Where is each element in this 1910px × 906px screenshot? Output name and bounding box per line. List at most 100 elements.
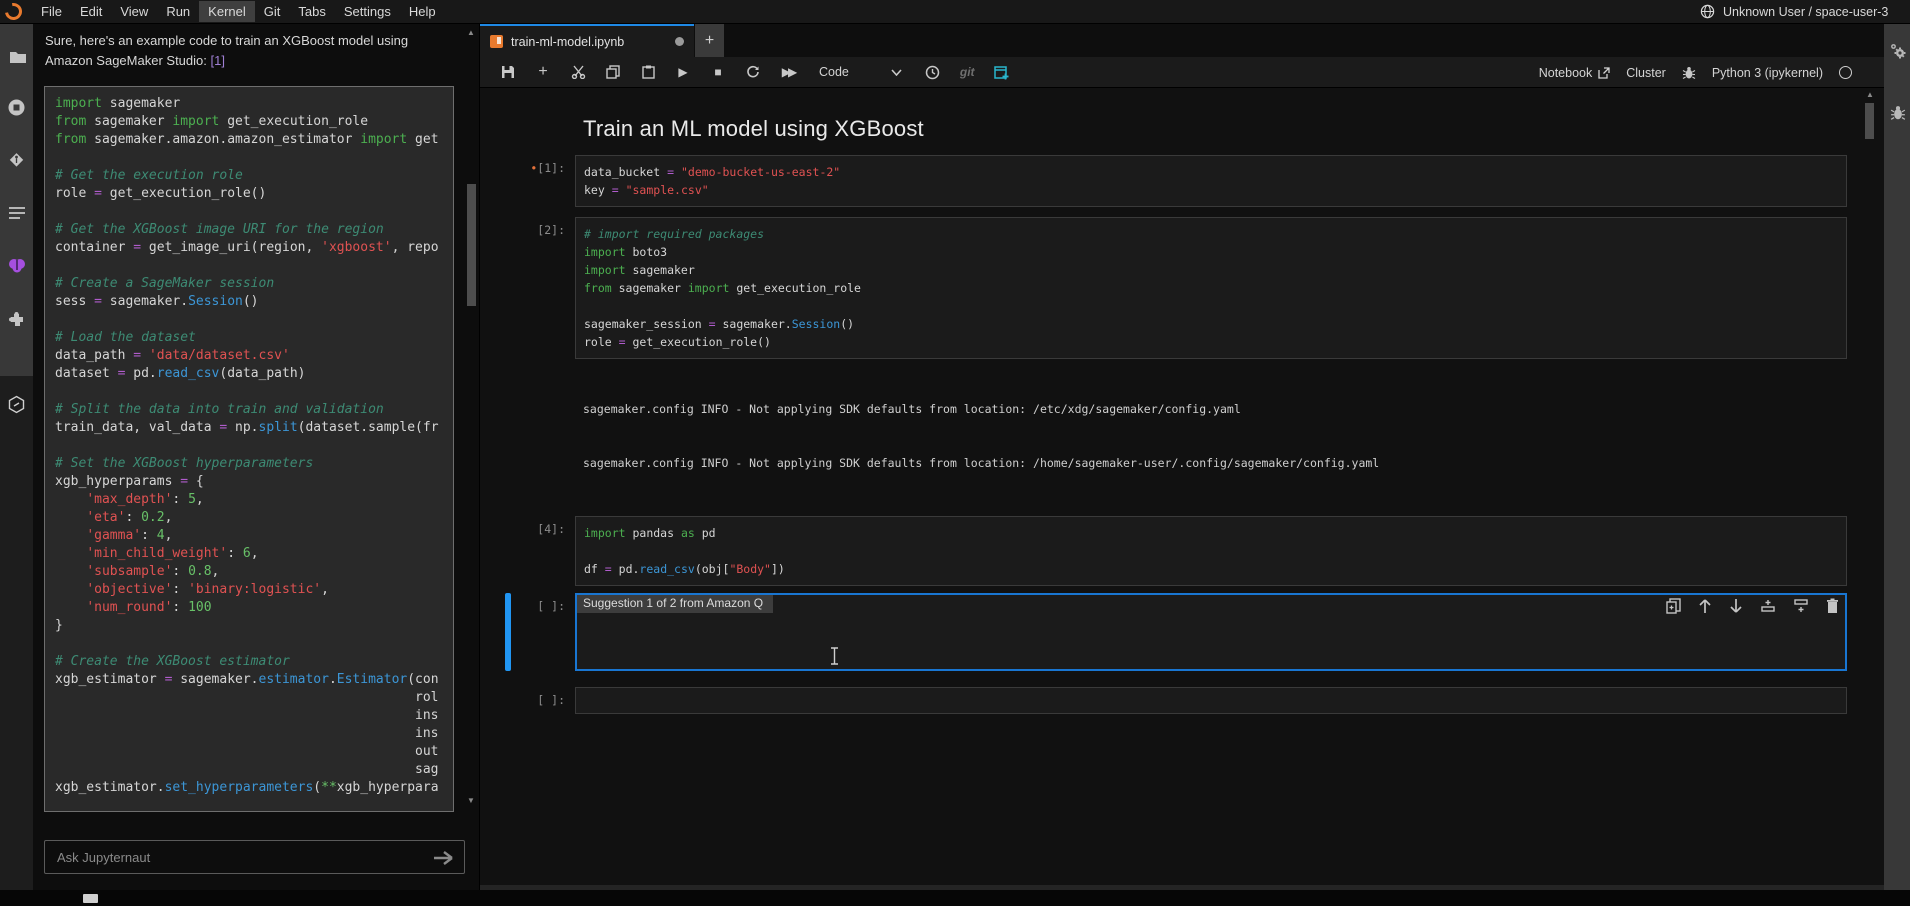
active-cell-prompt: [ ]: xyxy=(480,593,575,671)
chat-input[interactable] xyxy=(45,841,464,873)
jupyternaut-chat-panel: Sure, here's an example code to train an… xyxy=(33,24,480,890)
notebook-file-icon xyxy=(490,35,503,48)
cell-1: •[1]: data_bucket = "demo-bucket-us-east… xyxy=(480,155,1847,207)
cell-2: [2]: # import required packagesimport bo… xyxy=(480,217,1847,359)
notebook-scrollbar[interactable]: ▲ xyxy=(1864,90,1876,139)
taskbar xyxy=(0,890,1910,906)
stop-kernel-button[interactable]: ■ xyxy=(710,63,726,81)
cell-toolbar xyxy=(1666,598,1839,614)
taskbar-item[interactable] xyxy=(83,894,98,903)
active-cell-editor[interactable]: Q Suggestion 1 of 2 from Amazon Q corr_m… xyxy=(575,593,1847,671)
kernel-name[interactable]: Python 3 (ipykernel) xyxy=(1712,66,1823,80)
left-activity-bar xyxy=(0,24,33,890)
amazon-q-badge-icon: Q xyxy=(575,596,577,610)
notebook-scrollbar-thumb[interactable] xyxy=(1865,103,1874,139)
git-icon[interactable] xyxy=(6,149,27,170)
user-label: Unknown User / space-user-3 xyxy=(1723,5,1888,19)
scroll-up-icon[interactable]: ▲ xyxy=(1864,90,1876,99)
menu-settings[interactable]: Settings xyxy=(335,1,400,22)
schedule-notebook-icon[interactable] xyxy=(994,63,1010,81)
add-cell-button[interactable]: + xyxy=(535,63,551,81)
history-clock-icon[interactable] xyxy=(925,63,941,81)
restart-run-all-button[interactable]: ▶▶ xyxy=(780,63,796,81)
delete-cell-icon[interactable] xyxy=(1826,598,1839,614)
menu-tabs[interactable]: Tabs xyxy=(289,1,334,22)
tab-title: train-ml-model.ipynb xyxy=(511,35,667,49)
empty-cell: [ ]: xyxy=(480,687,1847,714)
notebook-link-label: Notebook xyxy=(1539,66,1593,80)
move-cell-down-icon[interactable] xyxy=(1729,598,1743,614)
output-line: sagemaker.config INFO - Not applying SDK… xyxy=(583,454,1884,472)
cell-2-prompt: [2]: xyxy=(480,217,575,359)
run-cell-button[interactable]: ▶ xyxy=(675,63,691,81)
restart-kernel-button[interactable] xyxy=(745,63,761,81)
send-icon[interactable] xyxy=(432,849,454,867)
user-area[interactable]: Unknown User / space-user-3 xyxy=(1700,4,1910,19)
cell-type-dropdown[interactable]: Code xyxy=(815,65,906,79)
insert-cell-above-icon[interactable] xyxy=(1760,598,1776,614)
kernel-status-icon[interactable] xyxy=(1839,66,1852,79)
extension-manager-icon[interactable] xyxy=(6,309,27,330)
chat-code-block: import sagemakerfrom sagemaker import ge… xyxy=(44,86,454,812)
chat-message-text: Sure, here's an example code to train an… xyxy=(45,33,408,68)
menu-edit[interactable]: Edit xyxy=(71,1,111,22)
debugger-bug-icon[interactable] xyxy=(1887,102,1908,123)
copy-cells-button[interactable] xyxy=(605,63,621,81)
cut-cells-button[interactable] xyxy=(570,63,586,81)
active-cell-indicator xyxy=(505,593,511,671)
new-tab-button[interactable]: + xyxy=(695,24,724,57)
tab-train-ml-model[interactable]: train-ml-model.ipynb xyxy=(480,24,694,57)
cell-4-prompt: [4]: xyxy=(480,516,575,586)
active-cell: [ ]: Q Suggestion 1 of 2 from Amazon Q c… xyxy=(480,593,1847,671)
tab-modified-dot[interactable] xyxy=(675,37,684,46)
duplicate-cell-icon[interactable] xyxy=(1666,598,1681,614)
save-button[interactable] xyxy=(500,63,516,81)
amazon-q-icon[interactable] xyxy=(6,394,27,415)
menu-help[interactable]: Help xyxy=(400,1,445,22)
cell-4-editor[interactable]: import pandas as pd df = pd.read_csv(obj… xyxy=(575,516,1847,586)
scroll-up-icon[interactable]: ▲ xyxy=(467,28,475,37)
move-cell-up-icon[interactable] xyxy=(1698,598,1712,614)
text-cursor xyxy=(830,611,839,629)
cell-1-editor[interactable]: data_bucket = "demo-bucket-us-east-2"key… xyxy=(575,155,1847,207)
chat-citation-link[interactable]: [1] xyxy=(210,53,224,68)
menu-run[interactable]: Run xyxy=(157,1,199,22)
toolbar-right-group: Notebook Cluster Python 3 (ipykernel) xyxy=(1539,57,1852,88)
cluster-link[interactable]: Cluster xyxy=(1626,66,1666,80)
menu-view[interactable]: View xyxy=(111,1,157,22)
notebook-link[interactable]: Notebook xyxy=(1539,66,1611,80)
output-line: sagemaker.config INFO - Not applying SDK… xyxy=(583,400,1884,418)
insert-cell-below-icon[interactable] xyxy=(1793,598,1809,614)
globe-icon xyxy=(1700,4,1715,19)
chat-scrollbar-thumb[interactable] xyxy=(467,184,476,306)
cell-2-output: sagemaker.config INFO - Not applying SDK… xyxy=(583,364,1884,508)
notebook-title: Train an ML model using XGBoost xyxy=(583,116,1884,142)
sagemaker-studio-logo-icon xyxy=(2,0,26,23)
menu-git[interactable]: Git xyxy=(255,1,290,22)
empty-cell-editor[interactable] xyxy=(575,687,1847,714)
notebook-content: Train an ML model using XGBoost •[1]: da… xyxy=(480,88,1884,884)
property-inspector-gears-icon[interactable] xyxy=(1887,40,1908,61)
running-kernels-icon[interactable] xyxy=(6,97,27,118)
scroll-down-icon[interactable]: ▼ xyxy=(467,796,475,805)
chat-scrollbar[interactable]: ▲ ▼ xyxy=(465,26,478,810)
right-activity-bar xyxy=(1884,24,1910,890)
debugger-bug-icon[interactable] xyxy=(1682,66,1696,80)
cell-1-prompt: •[1]: xyxy=(480,155,575,207)
menu-kernel[interactable]: Kernel xyxy=(199,1,255,22)
suggestion-tooltip: Q Suggestion 1 of 2 from Amazon Q xyxy=(575,593,773,613)
paste-cells-button[interactable] xyxy=(640,63,656,81)
chevron-down-icon xyxy=(891,69,902,76)
file-browser-icon[interactable] xyxy=(6,46,27,67)
notebook-toolbar: + ▶ ■ ▶▶ Code git Notebook xyxy=(480,57,1884,88)
table-of-contents-icon[interactable] xyxy=(6,202,27,223)
menu-file[interactable]: File xyxy=(32,1,71,22)
main-area: train-ml-model.ipynb + + ▶ ■ ▶▶ Code xyxy=(480,24,1884,890)
git-toolbar-button[interactable]: git xyxy=(960,65,975,79)
empty-cell-prompt: [ ]: xyxy=(480,687,575,714)
external-link-icon xyxy=(1598,67,1610,79)
cell-2-editor[interactable]: # import required packagesimport boto3im… xyxy=(575,217,1847,359)
chat-message: Sure, here's an example code to train an… xyxy=(45,31,445,71)
tab-bar: train-ml-model.ipynb + xyxy=(480,24,1884,57)
jupyternaut-brain-icon[interactable] xyxy=(6,254,27,275)
